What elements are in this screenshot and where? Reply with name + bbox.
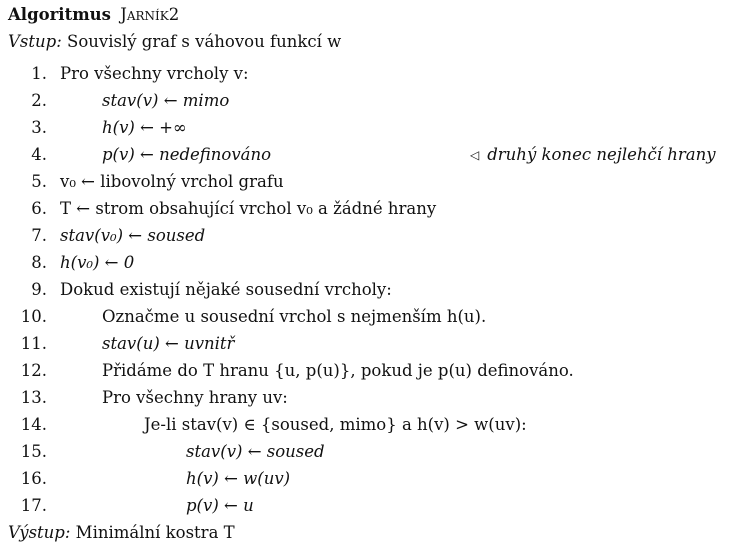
line-number: 13. [20,388,47,407]
line-text: stav(v) ← soused [186,442,325,461]
comment-triangle-icon: ◁ [470,148,480,162]
line-number: 11. [20,334,47,353]
line-number: 3. [31,118,47,137]
line-text: h(v) ← w(uv) [186,469,291,488]
line-number: 5. [31,172,47,191]
line-text: h(v₀) ← 0 [60,253,135,272]
line-text: Pro všechny vrcholy v: [60,64,249,83]
line-number: 4. [31,145,47,164]
line-number: 7. [31,226,47,245]
line-number: 17. [20,496,47,515]
line-text: Je-li stav(v) ∈ {soused, mimo} a h(v) > … [144,415,527,434]
line-text: p(v) ← u [186,496,254,515]
output-label: Výstup: [8,523,71,542]
line-text: Pro všechny hrany uv: [102,388,288,407]
line-number: 15. [20,442,47,461]
line-number: 10. [20,307,47,326]
line-number: 1. [31,64,47,83]
algorithm-input: Vstup: Souvislý graf s váhovou funkcí w [8,32,341,51]
algorithm-title: Algoritmus Jarník2 [8,5,179,24]
line-text: stav(v) ← mimo [102,91,230,110]
line-comment: ◁ druhý konec nejlehčí hrany [470,145,716,164]
line-text: Označme u sousední vrchol s nejmenším h(… [102,307,487,326]
input-text: Souvislý graf s váhovou funkcí w [67,32,342,51]
line-text: Přidáme do T hranu {u, p(u)}, pokud je p… [102,361,574,380]
line-text: v₀ ← libovolný vrchol grafu [60,172,284,191]
line-number: 16. [20,469,47,488]
output-text: Minimální kostra T [75,523,235,542]
algorithm-block: Algoritmus Jarník2 Vstup: Souvislý graf … [0,0,740,553]
line-number: 8. [31,253,47,272]
line-number: 14. [20,415,47,434]
line-text: Dokud existují nějaké sousední vrcholy: [60,280,392,299]
line-number: 9. [31,280,47,299]
line-number: 12. [20,361,47,380]
line-text: stav(u) ← uvnitř [102,334,235,353]
line-number: 6. [31,199,47,218]
algorithm-name: Jarník2 [120,5,180,24]
comment-text: druhý konec nejlehčí hrany [487,145,716,164]
algorithm-line-4: 4. p(v) ← nedefinováno ◁ druhý konec nejl… [0,145,740,172]
line-number: 2. [31,91,47,110]
input-label: Vstup: [8,32,62,51]
line-text: T ← strom obsahující vrchol v₀ a žádné h… [60,199,437,218]
line-text: h(v) ← +∞ [102,118,187,137]
algorithm-keyword: Algoritmus [8,5,111,24]
algorithm-output: Výstup: Minimální kostra T [8,523,235,542]
line-text: p(v) ← nedefinováno [102,145,272,164]
line-text: stav(v₀) ← soused [60,226,206,245]
